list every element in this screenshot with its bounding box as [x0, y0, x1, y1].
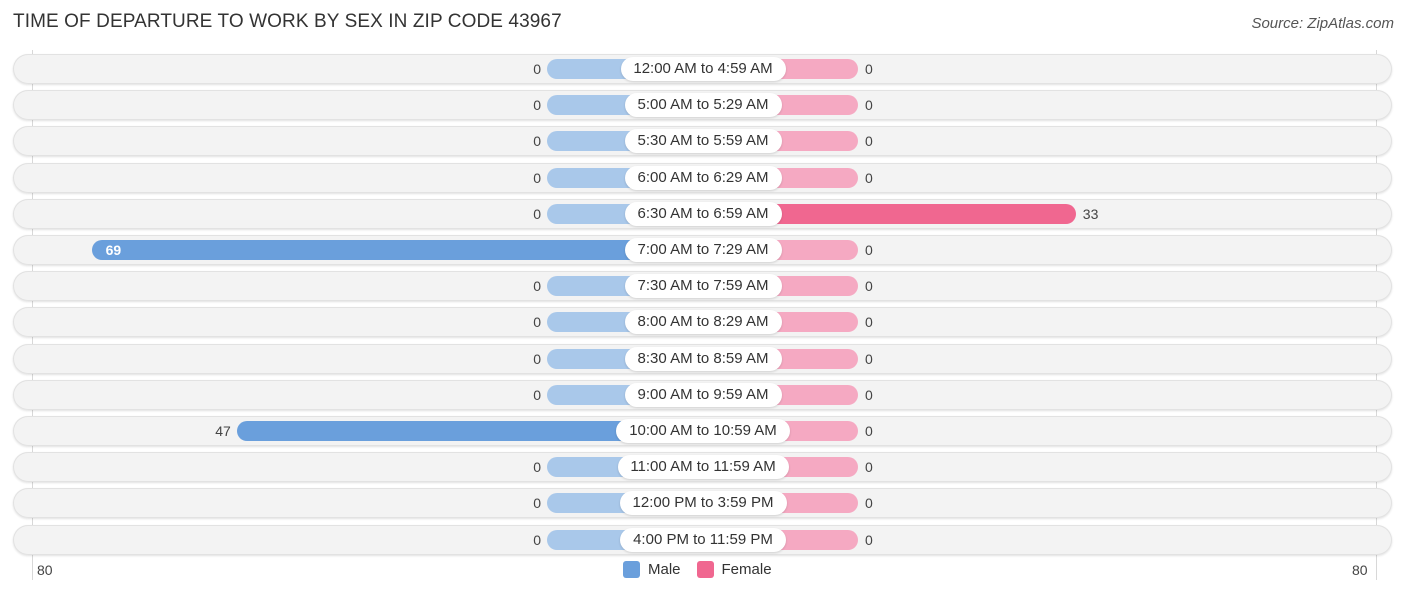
male-value-label: 0 [533, 205, 541, 222]
male-value-label: 0 [533, 169, 541, 186]
category-label: 6:30 AM to 6:59 AM [624, 201, 782, 226]
female-value-label: 0 [865, 133, 873, 150]
female-value-label: 0 [865, 531, 873, 548]
male-value-label: 69 [105, 242, 122, 258]
category-label: 5:30 AM to 5:59 AM [624, 129, 782, 154]
female-value-label: 0 [865, 459, 873, 476]
female-value-label: 0 [865, 495, 873, 512]
male-value-label: 0 [533, 495, 541, 512]
legend-item-female[interactable]: Female [696, 561, 772, 578]
axis-right-label: 80 [1352, 562, 1368, 578]
chart-title: TIME OF DEPARTURE TO WORK BY SEX IN ZIP … [13, 11, 562, 32]
male-value-label: 47 [215, 423, 231, 439]
category-label: 8:00 AM to 8:29 AM [624, 310, 782, 335]
male-value-label: 0 [533, 531, 541, 548]
category-label: 7:30 AM to 7:59 AM [624, 274, 782, 299]
axis-left-label: 80 [37, 562, 53, 578]
female-value-label: 0 [865, 97, 873, 114]
male-value-label: 0 [533, 133, 541, 150]
male-value-label: 0 [533, 386, 541, 403]
male-value-label: 0 [533, 459, 541, 476]
source-label: Source: ZipAtlas.com [1251, 15, 1394, 32]
female-value-label: 0 [865, 61, 873, 77]
male-value-label: 0 [533, 97, 541, 114]
male-value-label: 0 [533, 350, 541, 367]
category-label: 8:30 AM to 8:59 AM [624, 346, 782, 371]
female-value-label: 0 [865, 242, 873, 258]
category-label: 12:00 AM to 4:59 AM [620, 57, 786, 81]
legend-item-male[interactable]: Male [623, 561, 681, 578]
category-label: 5:00 AM to 5:29 AM [624, 93, 782, 118]
male-value-label: 0 [533, 61, 541, 77]
male-bar[interactable] [91, 240, 703, 260]
category-label: 11:00 AM to 11:59 AM [617, 455, 789, 480]
male-value-label: 0 [533, 314, 541, 331]
female-value-label: 0 [865, 423, 873, 439]
category-label: 10:00 AM to 10:59 AM [616, 419, 790, 443]
legend-female-label: Female [721, 561, 772, 578]
male-value-label: 0 [533, 278, 541, 295]
female-value-label: 0 [865, 350, 873, 367]
category-label: 4:00 PM to 11:59 PM [620, 527, 786, 552]
female-value-label: 33 [1082, 205, 1099, 222]
category-label: 7:00 AM to 7:29 AM [624, 238, 782, 262]
female-value-label: 0 [865, 386, 873, 403]
category-label: 12:00 PM to 3:59 PM [619, 491, 787, 516]
female-value-label: 0 [865, 169, 873, 186]
legend: Male Female [623, 561, 788, 578]
female-swatch-icon [696, 561, 714, 578]
female-value-label: 0 [865, 314, 873, 331]
category-label: 6:00 AM to 6:29 AM [624, 165, 782, 190]
category-label: 9:00 AM to 9:59 AM [624, 382, 782, 407]
male-swatch-icon [623, 561, 640, 578]
legend-male-label: Male [648, 561, 681, 578]
female-value-label: 0 [865, 278, 873, 295]
